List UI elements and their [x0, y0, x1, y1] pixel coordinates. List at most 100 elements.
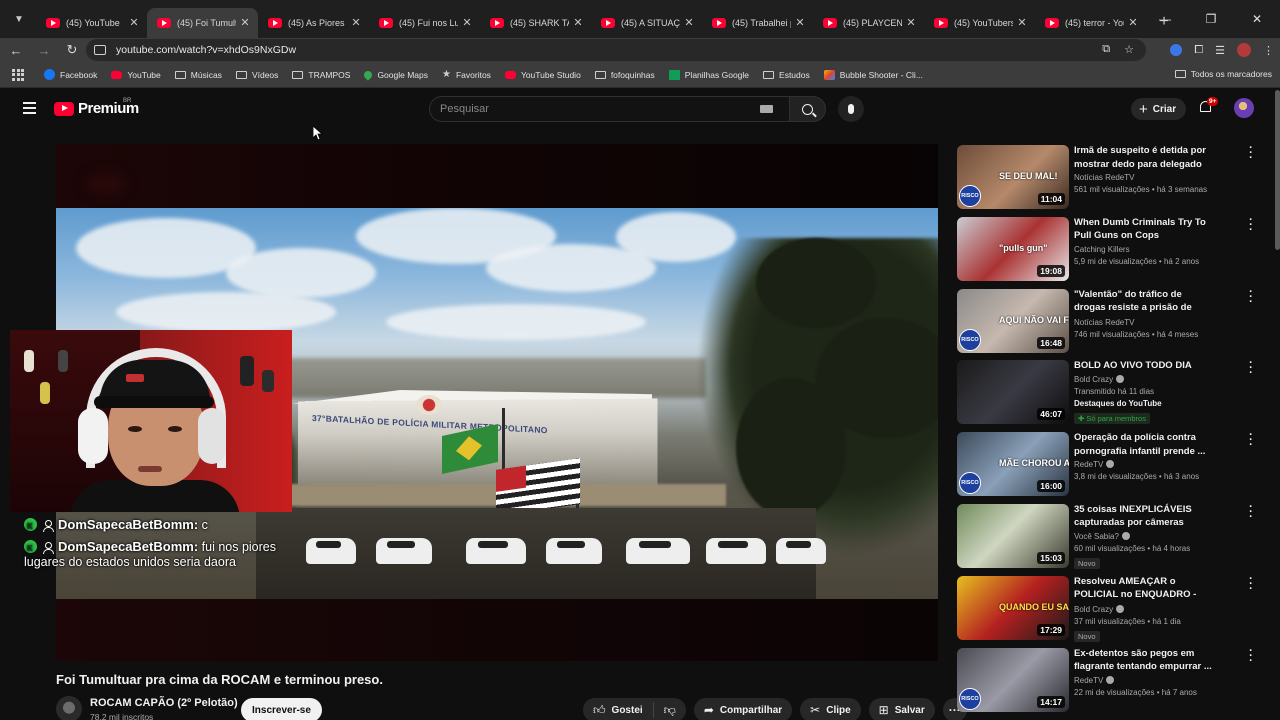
browser-tab[interactable]: (45) Fui nos Lugares✕: [369, 8, 480, 38]
related-channel-name[interactable]: Catching Killers: [1074, 245, 1130, 254]
bookmark-item[interactable]: YouTube Studio: [505, 70, 581, 80]
bookmark-item[interactable]: YouTube: [111, 70, 160, 80]
related-video-item[interactable]: SE DEU MAL! RISCO 11:04 Irmã de suspeito é …: [957, 144, 1257, 216]
reload-icon[interactable]: ↻: [60, 42, 84, 58]
related-channel-name[interactable]: Notícias RedeTV: [1074, 173, 1134, 182]
share-button[interactable]: ➦ Compartilhar: [694, 698, 792, 720]
video-title-link[interactable]: Operação da polícia contra pornografia i…: [1074, 431, 1214, 458]
video-title-link[interactable]: 35 coisas INEXPLICÁVEIS capturadas por c…: [1074, 503, 1214, 530]
related-channel-name[interactable]: RedeTV: [1074, 676, 1103, 685]
tab-close-icon[interactable]: ✕: [793, 16, 807, 29]
video-menu-icon[interactable]: · · ·: [1245, 146, 1257, 161]
forward-arrow-icon[interactable]: →: [32, 43, 56, 58]
browser-tab[interactable]: (45) YouTube ✕: [36, 8, 147, 38]
reading-list-icon[interactable]: ☰: [1215, 44, 1225, 57]
related-video-item[interactable]: MÃE CHOROU AO DESCOBRIR RISCO 16:00 Operaçã…: [957, 431, 1257, 503]
bookmark-item[interactable]: Planilhas Google: [669, 70, 749, 80]
related-video-item[interactable]: QUANDO EU SAIR 17:29 Resolveu AMEAÇAR o PO…: [957, 575, 1257, 647]
video-title-link[interactable]: "Valentão" do tráfico de drogas resiste …: [1074, 288, 1214, 316]
bookmark-item[interactable]: Estudos: [763, 70, 810, 80]
video-title-link[interactable]: Resolveu AMEAÇAR o POLICIAL no ENQUADRO …: [1074, 575, 1214, 603]
keyboard-icon[interactable]: [760, 105, 773, 113]
browser-tab[interactable]: (45) Trabalhei por✕: [702, 8, 813, 38]
video-menu-icon[interactable]: · · ·: [1245, 361, 1257, 376]
dislike-button[interactable]: 👎︎: [654, 703, 686, 718]
video-thumbnail[interactable]: 15:03: [957, 504, 1069, 568]
video-thumbnail[interactable]: RISCO 14:17: [957, 648, 1069, 712]
video-title-link[interactable]: Ex-detentos são pegos em flagrante tenta…: [1074, 647, 1214, 674]
bookmark-item[interactable]: fofoquinhas: [595, 70, 655, 80]
channel-avatar[interactable]: [56, 696, 82, 720]
clip-button[interactable]: ✂ Clipe: [800, 698, 861, 720]
video-thumbnail[interactable]: MÃE CHOROU AO DESCOBRIR RISCO 16:00: [957, 432, 1069, 496]
browser-tab[interactable]: (45) PLAYCENTER✕: [813, 8, 924, 38]
save-button[interactable]: ⊞ Salvar: [869, 698, 935, 720]
youtube-premium-logo[interactable]: Premium BR: [54, 100, 139, 117]
search-button[interactable]: [789, 96, 826, 122]
bookmark-item[interactable]: Músicas: [175, 70, 222, 80]
browser-menu-icon[interactable]: ⋮: [1263, 44, 1274, 57]
tab-close-icon[interactable]: ✕: [571, 16, 585, 29]
tab-active[interactable]: (45) Foi Tumultuar pra cima da ROCAM e t…: [147, 8, 258, 38]
profile-icon[interactable]: [1237, 43, 1251, 57]
back-arrow-icon[interactable]: ←: [4, 43, 28, 58]
bookmark-item[interactable]: TRAMPOS: [292, 70, 350, 80]
video-thumbnail[interactable]: QUANDO EU SAIR 17:29: [957, 576, 1069, 640]
browser-tab[interactable]: (45) As Piores Mortes✕: [258, 8, 369, 38]
bookmark-item[interactable]: ★ Favoritos: [442, 69, 491, 80]
browser-tab[interactable]: (45) terror - YouTube✕: [1035, 8, 1146, 38]
extension-icon[interactable]: [1170, 44, 1182, 56]
restore-icon[interactable]: ❐: [1188, 0, 1234, 38]
related-channel-name[interactable]: Bold Crazy: [1074, 375, 1113, 384]
video-thumbnail[interactable]: "pulls gun" 19:08: [957, 217, 1069, 281]
tab-close-icon[interactable]: ✕: [127, 16, 141, 29]
menu-icon[interactable]: [23, 102, 36, 117]
browser-tab[interactable]: (45) YouTubers Co✕: [924, 8, 1035, 38]
related-channel-name[interactable]: RedeTV: [1074, 460, 1103, 469]
search-input[interactable]: [440, 103, 760, 115]
apps-grid-icon[interactable]: [12, 69, 24, 81]
video-title-link[interactable]: BOLD AO VIVO TODO DIA: [1074, 359, 1214, 373]
tab-close-icon[interactable]: ✕: [238, 16, 252, 29]
video-menu-icon[interactable]: · · ·: [1245, 505, 1257, 520]
tab-search-button[interactable]: ▼: [6, 6, 32, 32]
close-window-icon[interactable]: ✕: [1234, 0, 1280, 38]
tab-close-icon[interactable]: ✕: [904, 16, 918, 29]
related-channel-name[interactable]: Você Sabia?: [1074, 532, 1119, 541]
voice-search-button[interactable]: [838, 96, 864, 122]
bookmark-item[interactable]: Google Maps: [364, 70, 428, 80]
account-avatar[interactable]: [1234, 98, 1254, 118]
bookmark-star-icon[interactable]: ☆: [1124, 43, 1134, 56]
video-menu-icon[interactable]: · · ·: [1245, 290, 1257, 305]
video-thumbnail[interactable]: 46:07: [957, 360, 1069, 424]
video-thumbnail[interactable]: AQUI NÃO VAI FUGIR RISCO 16:48: [957, 289, 1069, 353]
all-bookmarks-button[interactable]: Todos os marcadores: [1175, 69, 1272, 79]
puzzle-extensions-icon[interactable]: ⧠: [1194, 44, 1203, 57]
site-info-icon[interactable]: [94, 45, 106, 55]
minimize-icon[interactable]: —: [1142, 0, 1188, 38]
video-title-link[interactable]: When Dumb Criminals Try To Pull Guns on …: [1074, 216, 1214, 243]
bookmark-item[interactable]: Bubble Shooter - Cli...: [824, 70, 923, 80]
page-scrollbar[interactable]: [1275, 90, 1280, 250]
browser-tab[interactable]: (45) SHARK TANK✕: [480, 8, 591, 38]
create-button[interactable]: + Criar: [1131, 98, 1186, 120]
tab-close-icon[interactable]: ✕: [349, 16, 363, 29]
browser-tab[interactable]: (45) A SITUAÇÃO✕: [591, 8, 702, 38]
channel-name[interactable]: ROCAM CAPÃO (2º Pelotão): [90, 697, 238, 709]
related-channel-name[interactable]: Bold Crazy: [1074, 605, 1113, 614]
video-menu-icon[interactable]: · · ·: [1245, 649, 1257, 664]
bookmark-item[interactable]: Facebook: [44, 69, 97, 80]
video-menu-icon[interactable]: · · ·: [1245, 218, 1257, 233]
video-menu-icon[interactable]: · · ·: [1245, 577, 1257, 592]
address-bar[interactable]: youtube.com/watch?v=xhdOs9NxGDw ⧉ ☆: [86, 39, 1146, 61]
tab-close-icon[interactable]: ✕: [1015, 16, 1029, 29]
related-video-item[interactable]: 15:03 35 coisas INEXPLICÁVEIS capturadas …: [957, 503, 1257, 575]
tab-close-icon[interactable]: ✕: [1126, 16, 1140, 29]
related-video-item[interactable]: "pulls gun" 19:08 When Dumb Criminals Try …: [957, 216, 1257, 288]
tab-close-icon[interactable]: ✕: [460, 16, 474, 29]
video-menu-icon[interactable]: · · ·: [1245, 433, 1257, 448]
tab-close-icon[interactable]: ✕: [682, 16, 696, 29]
like-button[interactable]: 👍︎ Gostei: [583, 702, 654, 718]
url-text[interactable]: youtube.com/watch?v=xhdOs9NxGDw: [116, 44, 296, 56]
video-title-link[interactable]: Irmã de suspeito é detida por mostrar de…: [1074, 144, 1214, 171]
